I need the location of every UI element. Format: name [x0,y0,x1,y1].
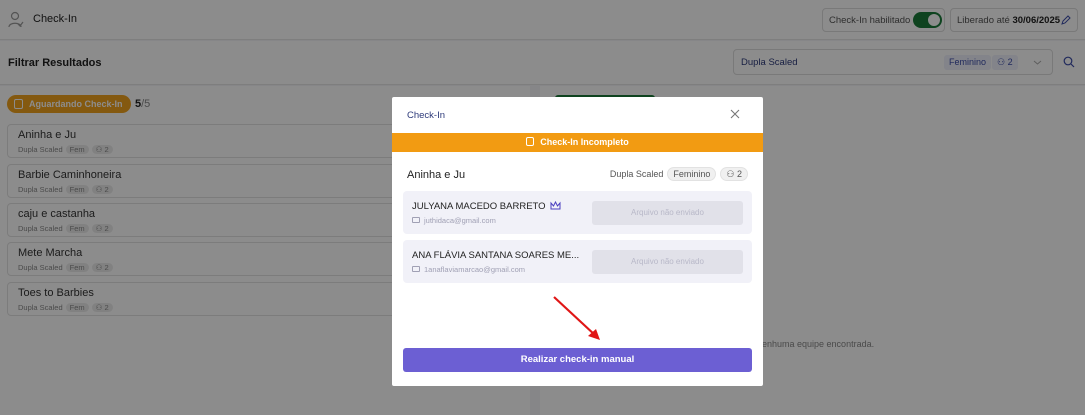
file-status-button[interactable]: Arquivo não enviado [592,250,743,274]
close-icon[interactable] [730,109,740,119]
modal-team-meta: Dupla Scaled Feminino ⚇ 2 [610,167,748,181]
crown-icon [550,201,561,210]
manual-checkin-button[interactable]: Realizar check-in manual [403,348,752,372]
modal-category: Dupla Scaled [609,169,664,179]
file-status-button[interactable]: Arquivo não enviado [592,201,743,225]
modal-title: Check-In [407,110,446,121]
mail-icon [412,217,420,223]
member-row: ANA FLÁVIA SANTANA SOARES ME... 1anaflav… [403,240,752,283]
member-name: JULYANA MACEDO BARRETO [412,201,546,212]
member-email-line: juthidaca@gmail.com [412,216,496,225]
checkin-modal: Check-In Check-In Incompleto Aninha e Ju… [392,97,763,386]
member-email: 1anaflaviamarcao@gmail.com [424,265,525,274]
member-name: ANA FLÁVIA SANTANA SOARES ME... [412,250,580,261]
modal-gender-chip: Feminino [667,167,717,181]
mail-icon [412,266,420,272]
member-name-line: JULYANA MACEDO BARRETO [412,201,561,212]
status-banner-label: Check-In Incompleto [540,137,629,147]
modal-team-name: Aninha e Ju [407,169,466,181]
member-email-line: 1anaflaviamarcao@gmail.com [412,265,525,274]
status-banner: Check-In Incompleto [392,133,763,152]
modal-size-chip: ⚇ 2 [720,167,748,181]
clipboard-icon [526,137,535,146]
member-row: JULYANA MACEDO BARRETO juthidaca@gmail.c… [403,191,752,234]
member-email: juthidaca@gmail.com [424,216,496,225]
modal-size-value: 2 [736,169,742,179]
